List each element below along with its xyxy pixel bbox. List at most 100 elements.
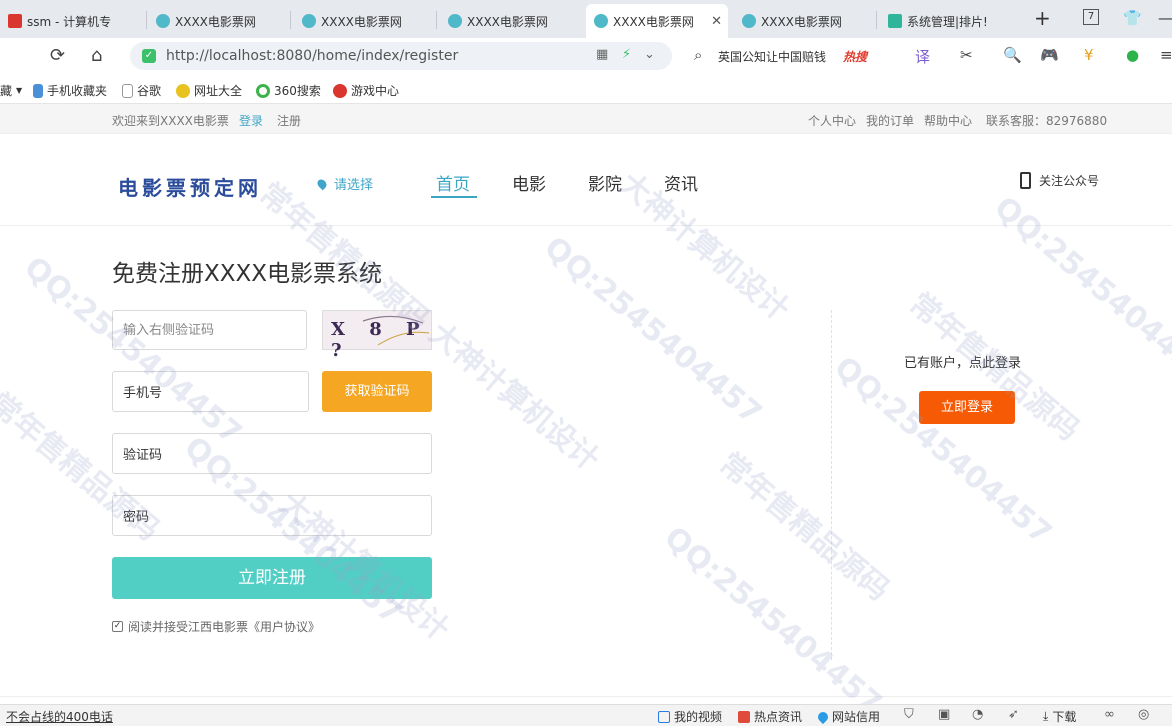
address-bar[interactable]: ✓ http://localhost:8080/home/index/regis…: [130, 42, 672, 70]
login-button[interactable]: 立即登录: [919, 391, 1015, 424]
shirt-icon[interactable]: 👕: [1123, 9, 1142, 27]
gamepad-icon[interactable]: 🎮: [1040, 46, 1059, 64]
site-top-strip: 欢迎来到XXXX电影票 登录 注册 个人中心 我的订单 帮助中心 联系客服：82…: [0, 104, 1172, 134]
browser-tab[interactable]: XXXX电影票网: [294, 4, 434, 38]
city-selector[interactable]: 请选择: [315, 174, 373, 193]
bookmark-item[interactable]: 360搜索: [256, 82, 321, 99]
close-icon[interactable]: ✕: [711, 14, 722, 29]
follow-wechat-link[interactable]: 关注公众号: [1020, 172, 1099, 189]
new-tab-button[interactable]: +: [1034, 6, 1051, 30]
location-pin-icon: [315, 177, 329, 190]
phone-label: 手机号: [123, 386, 163, 401]
video-icon: [658, 710, 670, 723]
agree-checkbox[interactable]: ✓: [112, 621, 123, 632]
captcha-text: X 8 P ?: [331, 319, 429, 361]
bookmark-item[interactable]: 藏 ▼: [0, 82, 22, 99]
nav-movies[interactable]: 电影: [512, 170, 546, 195]
captcha-field[interactable]: [112, 310, 307, 350]
bookmark-item[interactable]: 手机收藏夹: [33, 82, 107, 99]
site-logo[interactable]: 电影票预定网: [118, 172, 262, 201]
bookmark-item[interactable]: 谷歌: [122, 82, 161, 99]
tab-separator: [146, 11, 147, 29]
menu-icon[interactable]: ≡: [1160, 46, 1172, 64]
my-orders-link[interactable]: 我的订单: [866, 112, 914, 129]
captcha-image[interactable]: X 8 P ?: [322, 310, 432, 361]
login-link[interactable]: 登录: [239, 112, 263, 129]
nav-home[interactable]: 首页: [436, 170, 470, 195]
nav-cinemas[interactable]: 影院: [588, 170, 622, 195]
phone-icon: [33, 83, 43, 98]
tab-count-badge[interactable]: 7: [1083, 9, 1099, 25]
help-center-link[interactable]: 帮助中心: [924, 112, 972, 129]
minimize-icon[interactable]: —: [1158, 9, 1172, 27]
news-icon: [738, 710, 750, 723]
user-center-link[interactable]: 个人中心: [808, 112, 856, 129]
browser-tab[interactable]: 系统管理|排片!: [880, 4, 1020, 38]
browser-icon[interactable]: ◎: [1138, 707, 1149, 722]
magnifier-icon[interactable]: 🔍: [1003, 46, 1022, 64]
nav-active-underline: [431, 196, 477, 198]
mobile-phone-icon: [1020, 172, 1031, 189]
glasses-icon[interactable]: ∞: [1104, 707, 1115, 722]
download-icon: ⤓: [1043, 709, 1049, 723]
nav-news[interactable]: 资讯: [664, 170, 698, 195]
browser-tab[interactable]: XXXX电影票网: [148, 4, 288, 38]
flag-icon: [8, 14, 22, 28]
plus-circle-icon: [176, 83, 190, 98]
speed-icon[interactable]: ◔: [972, 707, 983, 722]
status-hot-news[interactable]: 热点资讯: [738, 708, 802, 725]
tab-separator: [876, 11, 877, 29]
hot-search-badge[interactable]: 热搜: [843, 48, 867, 65]
bookmark-item[interactable]: 网址大全: [176, 82, 242, 99]
watermark-text-a: 大神计算机设计: [422, 316, 606, 478]
browser-nav-bar: ⟳ ⌂ ✓ http://localhost:8080/home/index/r…: [0, 38, 1172, 74]
site-favicon-icon: [302, 14, 316, 28]
site-favicon-icon: [594, 14, 608, 28]
bookmarks-bar: 藏 ▼ 手机收藏夹 谷歌 网址大全 360搜索 游戏中心: [0, 74, 1172, 104]
agreement-text[interactable]: 阅读并接受江西电影票《用户协议》: [128, 618, 320, 635]
rocket-icon[interactable]: ➶: [1008, 707, 1019, 722]
agreement-row: ✓ 阅读并接受江西电影票《用户协议》: [112, 618, 320, 635]
chat-icon[interactable]: ●: [1126, 46, 1139, 64]
site-favicon-icon: [448, 14, 462, 28]
register-link[interactable]: 注册: [277, 112, 301, 129]
qr-icon[interactable]: ▦: [596, 47, 608, 62]
browser-tab[interactable]: ssm - 计算机专: [0, 4, 145, 38]
tab-separator: [290, 11, 291, 29]
status-download[interactable]: ⤓ 下载: [1043, 708, 1076, 725]
search-box[interactable]: ⌕ 英国公知让中国赔钱 热搜: [688, 44, 893, 68]
browser-tab-active[interactable]: XXXX电影票网 ✕: [586, 4, 728, 38]
image-icon[interactable]: ▣: [938, 707, 950, 722]
captcha-input[interactable]: [123, 322, 306, 338]
bookmark-item[interactable]: 游戏中心: [333, 82, 399, 99]
browser-tab-bar: ssm - 计算机专 XXXX电影票网 XXXX电影票网 XXXX电影票网 XX…: [0, 0, 1172, 38]
status-ad-link[interactable]: 不会占线的400电话: [6, 708, 113, 725]
phone-field[interactable]: 手机号: [112, 371, 309, 412]
get-code-button[interactable]: 获取验证码: [322, 371, 432, 412]
browser-tab[interactable]: XXXX电影票网: [440, 4, 580, 38]
money-icon[interactable]: ¥: [1084, 46, 1094, 64]
shield-icon: ✓: [142, 49, 156, 63]
sms-code-field[interactable]: 验证码: [112, 433, 432, 474]
translate-icon[interactable]: 译: [915, 46, 930, 67]
password-field[interactable]: 密码: [112, 495, 432, 536]
refresh-icon[interactable]: ⟳: [50, 45, 65, 66]
register-button[interactable]: 立即注册: [112, 557, 432, 599]
status-site-credit[interactable]: 网站信用: [815, 708, 880, 725]
chevron-down-icon[interactable]: ⌄: [644, 47, 655, 62]
sms-code-label: 验证码: [123, 448, 163, 463]
home-icon[interactable]: ⌂: [91, 45, 102, 66]
scissors-icon[interactable]: ✂: [960, 46, 973, 64]
footer-divider: [0, 696, 1172, 697]
watermark-qq: QQ:2545404457: [537, 230, 769, 432]
site-header: 电影票预定网 请选择 首页 电影 影院 资讯 关注公众号: [0, 134, 1172, 226]
url-text[interactable]: http://localhost:8080/home/index/registe…: [166, 48, 458, 64]
search-query[interactable]: 英国公知让中国赔钱: [718, 48, 826, 65]
lightning-icon[interactable]: ⚡: [622, 47, 631, 62]
shield-outline-icon[interactable]: ⛉: [904, 707, 914, 722]
site-favicon-icon: [742, 14, 756, 28]
status-my-videos[interactable]: 我的视频: [658, 708, 722, 725]
customer-service-text: 联系客服：82976880: [986, 114, 1108, 128]
browser-tab[interactable]: XXXX电影票网: [734, 4, 874, 38]
tab-separator: [436, 11, 437, 29]
